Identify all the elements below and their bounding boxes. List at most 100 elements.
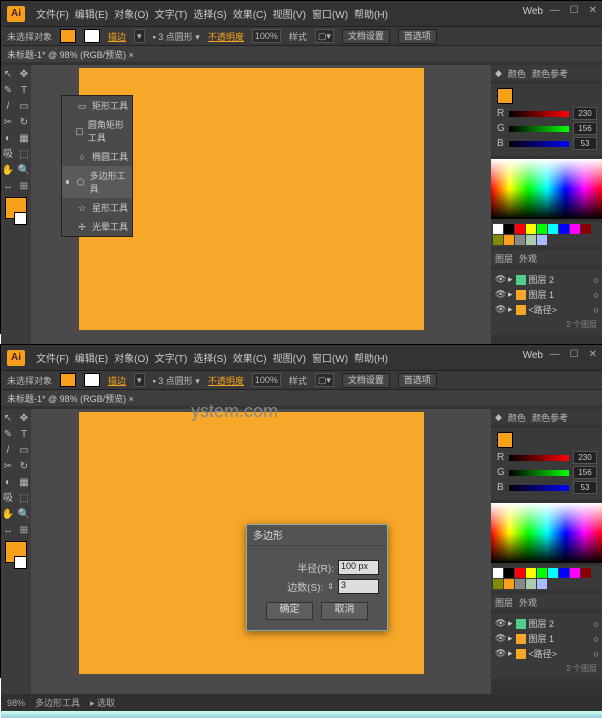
flyout-item-3[interactable]: ⬠多边形工具 [62, 166, 132, 198]
swatch[interactable] [493, 224, 503, 234]
canvas-area[interactable]: ystem.com 多边形 半径(R): 100 px 边数(S): ⇕ 3 确… [31, 409, 491, 694]
prefs-button[interactable]: 首选项 [398, 373, 437, 388]
document-tab[interactable]: 未标题-1* @ 98% (RGB/预览) × [1, 46, 602, 65]
r-slider[interactable] [509, 111, 569, 117]
document-tab[interactable]: 未标题-1* @ 98% (RGB/预览) × [1, 390, 602, 409]
brush-preset[interactable]: ▪ 3 点圆形 ▾ [153, 374, 200, 387]
tool-15[interactable]: ⊞ [18, 180, 31, 193]
tool-5[interactable]: ▭ [18, 100, 31, 113]
maximize-icon[interactable]: ☐ [570, 349, 579, 360]
prefs-button[interactable]: 首选项 [398, 29, 437, 44]
color-spectrum[interactable] [491, 503, 602, 563]
swatch[interactable] [504, 235, 514, 245]
workspace-label[interactable]: Web [523, 6, 543, 17]
doc-setup-button[interactable]: 文档设置 [342, 373, 390, 388]
swatch[interactable] [526, 235, 536, 245]
layer-row[interactable]: 👁▸图层 1○ [495, 287, 599, 302]
menu-object[interactable]: 对象(O) [113, 348, 149, 367]
b-value[interactable]: 53 [573, 481, 597, 494]
swatch[interactable] [504, 579, 514, 589]
r-value[interactable]: 230 [573, 107, 597, 120]
swatch[interactable] [570, 224, 580, 234]
b-slider[interactable] [509, 485, 569, 491]
swatch[interactable] [559, 224, 569, 234]
close-icon[interactable]: ✕ [589, 5, 597, 16]
layer-row[interactable]: 👁▸<路径>○ [495, 302, 599, 317]
tool-7[interactable]: ↻ [18, 116, 31, 129]
minimize-icon[interactable]: — [550, 5, 560, 16]
target-icon[interactable]: ○ [594, 275, 599, 285]
fill-swatch[interactable] [60, 373, 76, 387]
layer-row[interactable]: 👁▸图层 2○ [495, 616, 599, 631]
expand-icon[interactable]: ▸ [508, 618, 513, 629]
tool-5[interactable]: ▭ [18, 444, 31, 457]
swatch[interactable] [504, 568, 514, 578]
tool-4[interactable]: / [2, 100, 15, 113]
swatch[interactable] [559, 568, 569, 578]
tool-11[interactable]: ⬚ [18, 492, 31, 505]
menu-effect[interactable]: 效果(C) [232, 348, 268, 367]
g-slider[interactable] [509, 126, 569, 132]
opacity-link[interactable]: 不透明度 [208, 374, 244, 387]
tool-0[interactable]: ↖ [2, 412, 15, 425]
tool-1[interactable]: ✥ [18, 412, 31, 425]
close-icon[interactable]: ✕ [589, 349, 597, 360]
target-icon[interactable]: ○ [594, 290, 599, 300]
visibility-icon[interactable]: 👁 [495, 648, 505, 659]
style-val[interactable]: ▢▾ [315, 29, 334, 43]
canvas-area[interactable]: ▭矩形工具▢圆角矩形工具○椭圆工具⬠多边形工具☆星形工具✢光晕工具 XJ 网 [31, 65, 491, 350]
fill-swatch[interactable] [60, 29, 76, 43]
swatch[interactable] [570, 568, 580, 578]
cancel-button[interactable]: 取消 [321, 602, 368, 620]
tool-6[interactable]: ✂ [2, 116, 15, 129]
maximize-icon[interactable]: ☐ [570, 5, 579, 16]
tool-14[interactable]: ↔ [2, 180, 15, 193]
g-slider[interactable] [509, 470, 569, 476]
menu-window[interactable]: 窗口(W) [311, 348, 349, 367]
visibility-icon[interactable]: 👁 [495, 289, 505, 300]
stroke-swatch[interactable] [84, 373, 100, 387]
visibility-icon[interactable]: 👁 [495, 633, 505, 644]
target-icon[interactable]: ○ [594, 634, 599, 644]
menu-effect[interactable]: 效果(C) [232, 4, 268, 23]
g-value[interactable]: 156 [573, 122, 597, 135]
tool-15[interactable]: ⊞ [18, 524, 31, 537]
stroke-link[interactable]: 描边 [108, 30, 126, 43]
layer-row[interactable]: 👁▸<路径>○ [495, 646, 599, 661]
tab-color[interactable]: 颜色 [508, 411, 526, 424]
sides-input[interactable]: 3 [338, 579, 379, 594]
swatch[interactable] [504, 224, 514, 234]
workspace-label[interactable]: Web [523, 350, 543, 361]
menu-view[interactable]: 视图(V) [272, 4, 307, 23]
menu-select[interactable]: 选择(S) [192, 348, 227, 367]
swatch[interactable] [548, 568, 558, 578]
swatch[interactable] [515, 579, 525, 589]
swatch[interactable] [515, 568, 525, 578]
stroke-val[interactable]: ▾ [134, 29, 145, 43]
tool-6[interactable]: ✂ [2, 460, 15, 473]
swatch[interactable] [493, 235, 503, 245]
tab-appearance[interactable]: 外观 [519, 596, 537, 609]
swatch[interactable] [526, 579, 536, 589]
swatch[interactable] [537, 224, 547, 234]
tool-9[interactable]: ▦ [18, 476, 31, 489]
tab-layers[interactable]: 图层 [495, 596, 513, 609]
swatch[interactable] [537, 568, 547, 578]
flyout-item-5[interactable]: ✢光晕工具 [62, 217, 132, 236]
target-icon[interactable]: ○ [594, 305, 599, 315]
target-icon[interactable]: ○ [594, 649, 599, 659]
menu-type[interactable]: 文字(T) [154, 348, 189, 367]
r-slider[interactable] [509, 455, 569, 461]
tool-9[interactable]: ▦ [18, 132, 31, 145]
tool-12[interactable]: ✋ [2, 508, 15, 521]
menu-file[interactable]: 文件(F) [35, 4, 70, 23]
opacity-val[interactable]: 100% [252, 373, 281, 387]
radius-input[interactable]: 100 px [338, 560, 379, 575]
stroke-swatch[interactable] [84, 29, 100, 43]
layer-row[interactable]: 👁▸图层 2○ [495, 272, 599, 287]
tool-8[interactable]: ◐ [2, 476, 15, 489]
swatch[interactable] [493, 579, 503, 589]
expand-icon[interactable]: ▸ [508, 633, 513, 644]
tool-3[interactable]: T [18, 428, 31, 441]
tab-color-guide[interactable]: 颜色参考 [532, 411, 568, 424]
